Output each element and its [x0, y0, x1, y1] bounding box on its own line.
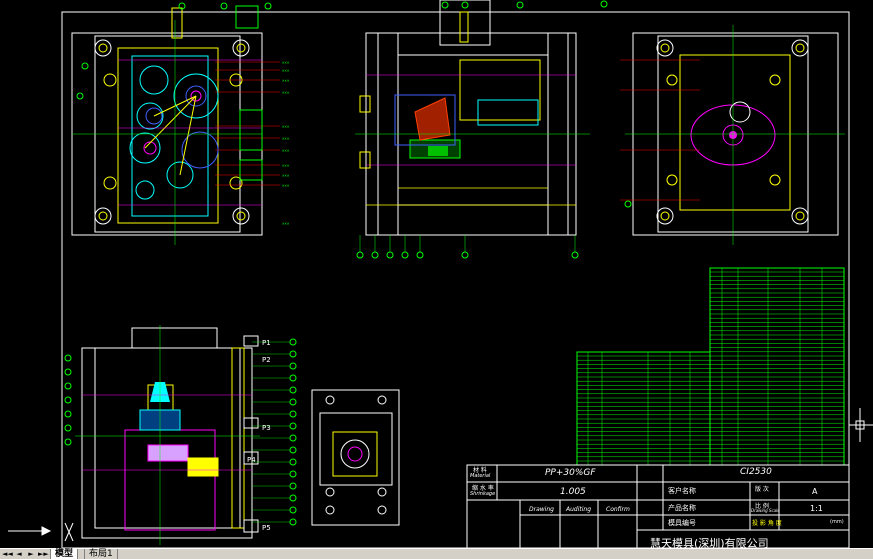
- svg-text:P4: P4: [247, 456, 256, 464]
- tab-nav-first-icon[interactable]: ◄◄: [2, 550, 13, 558]
- svg-text:×××: ×××: [282, 60, 290, 65]
- crosshair-cursor-icon: [849, 408, 873, 442]
- svg-text:P1: P1: [262, 339, 271, 347]
- title-block: [466, 464, 850, 548]
- drawing-frame: [61, 11, 850, 548]
- layout-tab-bar: ◄◄ ◄ ► ►► 模型 布局1: [0, 548, 873, 559]
- svg-text:P2: P2: [262, 356, 271, 364]
- svg-text:×××: ×××: [282, 173, 290, 178]
- svg-text:×××: ×××: [282, 148, 290, 153]
- tab-nav-last-icon[interactable]: ►►: [38, 550, 49, 558]
- mold-section-view: [355, 0, 590, 259]
- detail-view: [311, 389, 400, 526]
- cavity-side-plan-view: [620, 25, 845, 245]
- svg-text:×××: ×××: [282, 183, 290, 188]
- side-section-view: P1 P2 P3 P4 P5: [64, 325, 297, 545]
- svg-text:×××: ×××: [282, 136, 290, 141]
- bill-of-materials-table: [576, 267, 845, 466]
- svg-text:×××: ×××: [282, 78, 290, 83]
- svg-text:×××: ×××: [282, 124, 290, 129]
- svg-text:P3: P3: [262, 424, 271, 432]
- cad-drawing-canvas[interactable]: ××× ××× ××× ××× ××× ××× ××× ××× ××× ××× ××× P1P…: [0, 0, 873, 548]
- tab-nav-next-icon[interactable]: ►: [26, 550, 36, 558]
- svg-text:×××: ×××: [282, 68, 290, 73]
- svg-text:×××: ×××: [282, 163, 290, 168]
- svg-text:×××: ×××: [282, 90, 290, 95]
- svg-text:×××: ×××: [282, 221, 290, 226]
- core-side-plan-view: ××× ××× ××× ××× ××× ××× ××× ××× ××× ××× ×××: [71, 5, 290, 245]
- tab-nav-prev-icon[interactable]: ◄: [14, 550, 24, 558]
- svg-text:P5: P5: [262, 524, 271, 532]
- ucs-icon: [8, 522, 74, 542]
